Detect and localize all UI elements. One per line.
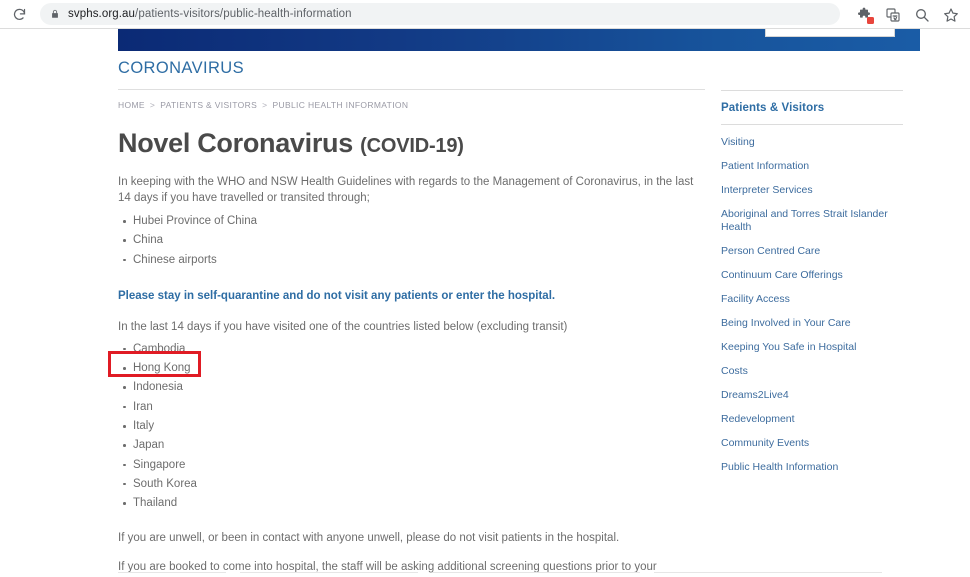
list-item: Chinese airports bbox=[123, 251, 708, 270]
reload-icon bbox=[13, 8, 25, 20]
lock-icon bbox=[50, 8, 60, 20]
intro-paragraph: In keeping with the WHO and NSW Health G… bbox=[118, 176, 694, 204]
sidebar-item-interpreter-services[interactable]: Interpreter Services bbox=[721, 184, 903, 208]
page-title-main: Novel Coronavirus bbox=[118, 128, 353, 158]
sidebar-item-public-health-information[interactable]: Public Health Information bbox=[721, 461, 903, 485]
breadcrumb-separator: > bbox=[262, 100, 268, 110]
breadcrumb: HOME > PATIENTS & VISITORS > PUBLIC HEAL… bbox=[118, 100, 708, 110]
list-item: Singapore bbox=[123, 456, 708, 475]
extension-icon[interactable] bbox=[851, 2, 877, 28]
translate-icon[interactable] bbox=[880, 2, 906, 28]
footer-box bbox=[118, 572, 226, 577]
main-content: CORONAVIRUS HOME > PATIENTS & VISITORS >… bbox=[118, 59, 708, 577]
sidebar-item-keeping-you-safe-in-hospital[interactable]: Keeping You Safe in Hospital bbox=[721, 341, 903, 365]
footer-peek bbox=[118, 572, 908, 577]
sidebar-item-being-involved-in-your-care[interactable]: Being Involved in Your Care bbox=[721, 317, 903, 341]
reload-button[interactable] bbox=[6, 1, 32, 27]
site-navigation-bar bbox=[118, 29, 920, 51]
sidebar-item-redevelopment[interactable]: Redevelopment bbox=[721, 413, 903, 437]
url-domain: svphs.org.au bbox=[68, 8, 136, 20]
breadcrumb-item-patients-visitors[interactable]: PATIENTS & VISITORS bbox=[160, 100, 257, 110]
url-path: /patients-visitors/public-health-informa… bbox=[135, 8, 352, 20]
closing-paragraph-1: If you are unwell, or been in contact wi… bbox=[118, 531, 620, 544]
sidebar-item-facility-access[interactable]: Facility Access bbox=[721, 293, 903, 317]
section-label: CORONAVIRUS bbox=[118, 59, 705, 90]
list-item: Italy bbox=[123, 417, 708, 436]
footer-box bbox=[432, 572, 640, 577]
list-item: Cambodia bbox=[123, 340, 708, 359]
sidebar: Patients & Visitors Visiting Patient Inf… bbox=[721, 90, 903, 485]
sidebar-item-person-centred-care[interactable]: Person Centred Care bbox=[721, 245, 903, 269]
bookmark-star-icon[interactable] bbox=[938, 2, 964, 28]
sidebar-link-list: Visiting Patient Information Interpreter… bbox=[721, 125, 903, 485]
page-viewport: CORONAVIRUS HOME > PATIENTS & VISITORS >… bbox=[0, 29, 970, 577]
sidebar-item-costs[interactable]: Costs bbox=[721, 365, 903, 389]
browser-action-icons bbox=[851, 0, 964, 29]
list-item: China bbox=[123, 231, 708, 250]
sidebar-item-visiting[interactable]: Visiting bbox=[721, 136, 903, 160]
list-item: Japan bbox=[123, 436, 708, 455]
site-search-box[interactable] bbox=[765, 29, 895, 37]
breadcrumb-item-home[interactable]: HOME bbox=[118, 100, 145, 110]
closing-paragraphs: If you are unwell, or been in contact wi… bbox=[118, 531, 708, 577]
breadcrumb-item-public-health-information[interactable]: PUBLIC HEALTH INFORMATION bbox=[272, 100, 408, 110]
countries-list: Cambodia Hong Kong Indonesia Iran Italy … bbox=[118, 340, 708, 514]
list-item: Iran bbox=[123, 398, 708, 417]
extension-badge bbox=[867, 16, 874, 24]
page-title-sub: (COVID-19) bbox=[360, 135, 464, 157]
search-icon[interactable] bbox=[909, 2, 935, 28]
sidebar-item-continuum-care-offerings[interactable]: Continuum Care Offerings bbox=[721, 269, 903, 293]
sidebar-item-aboriginal-health[interactable]: Aboriginal and Torres Strait Islander He… bbox=[721, 208, 903, 245]
sidebar-item-community-events[interactable]: Community Events bbox=[721, 437, 903, 461]
list-item: Hubei Province of China bbox=[123, 212, 708, 231]
page-title: Novel Coronavirus (COVID-19) bbox=[118, 128, 708, 159]
travel-list: Hubei Province of China China Chinese ai… bbox=[118, 212, 708, 270]
list-item: South Korea bbox=[123, 475, 708, 494]
url-text: svphs.org.au/patients-visitors/public-he… bbox=[68, 8, 352, 20]
breadcrumb-separator: > bbox=[149, 100, 156, 110]
sidebar-title: Patients & Visitors bbox=[721, 102, 825, 114]
list-item-indonesia: Indonesia bbox=[123, 378, 708, 397]
list-item: Hong Kong bbox=[123, 359, 708, 378]
sidebar-item-patient-information[interactable]: Patient Information bbox=[721, 160, 903, 184]
browser-toolbar: svphs.org.au/patients-visitors/public-he… bbox=[0, 0, 970, 29]
sidebar-item-dreams2live4[interactable]: Dreams2Live4 bbox=[721, 389, 903, 413]
countries-intro: In the last 14 days if you have visited … bbox=[118, 321, 568, 334]
footer-box bbox=[654, 572, 882, 577]
address-bar[interactable]: svphs.org.au/patients-visitors/public-he… bbox=[40, 3, 840, 25]
quarantine-warning: Please stay in self-quarantine and do no… bbox=[118, 289, 556, 302]
footer-box bbox=[240, 572, 418, 577]
list-item: Thailand bbox=[123, 494, 708, 513]
